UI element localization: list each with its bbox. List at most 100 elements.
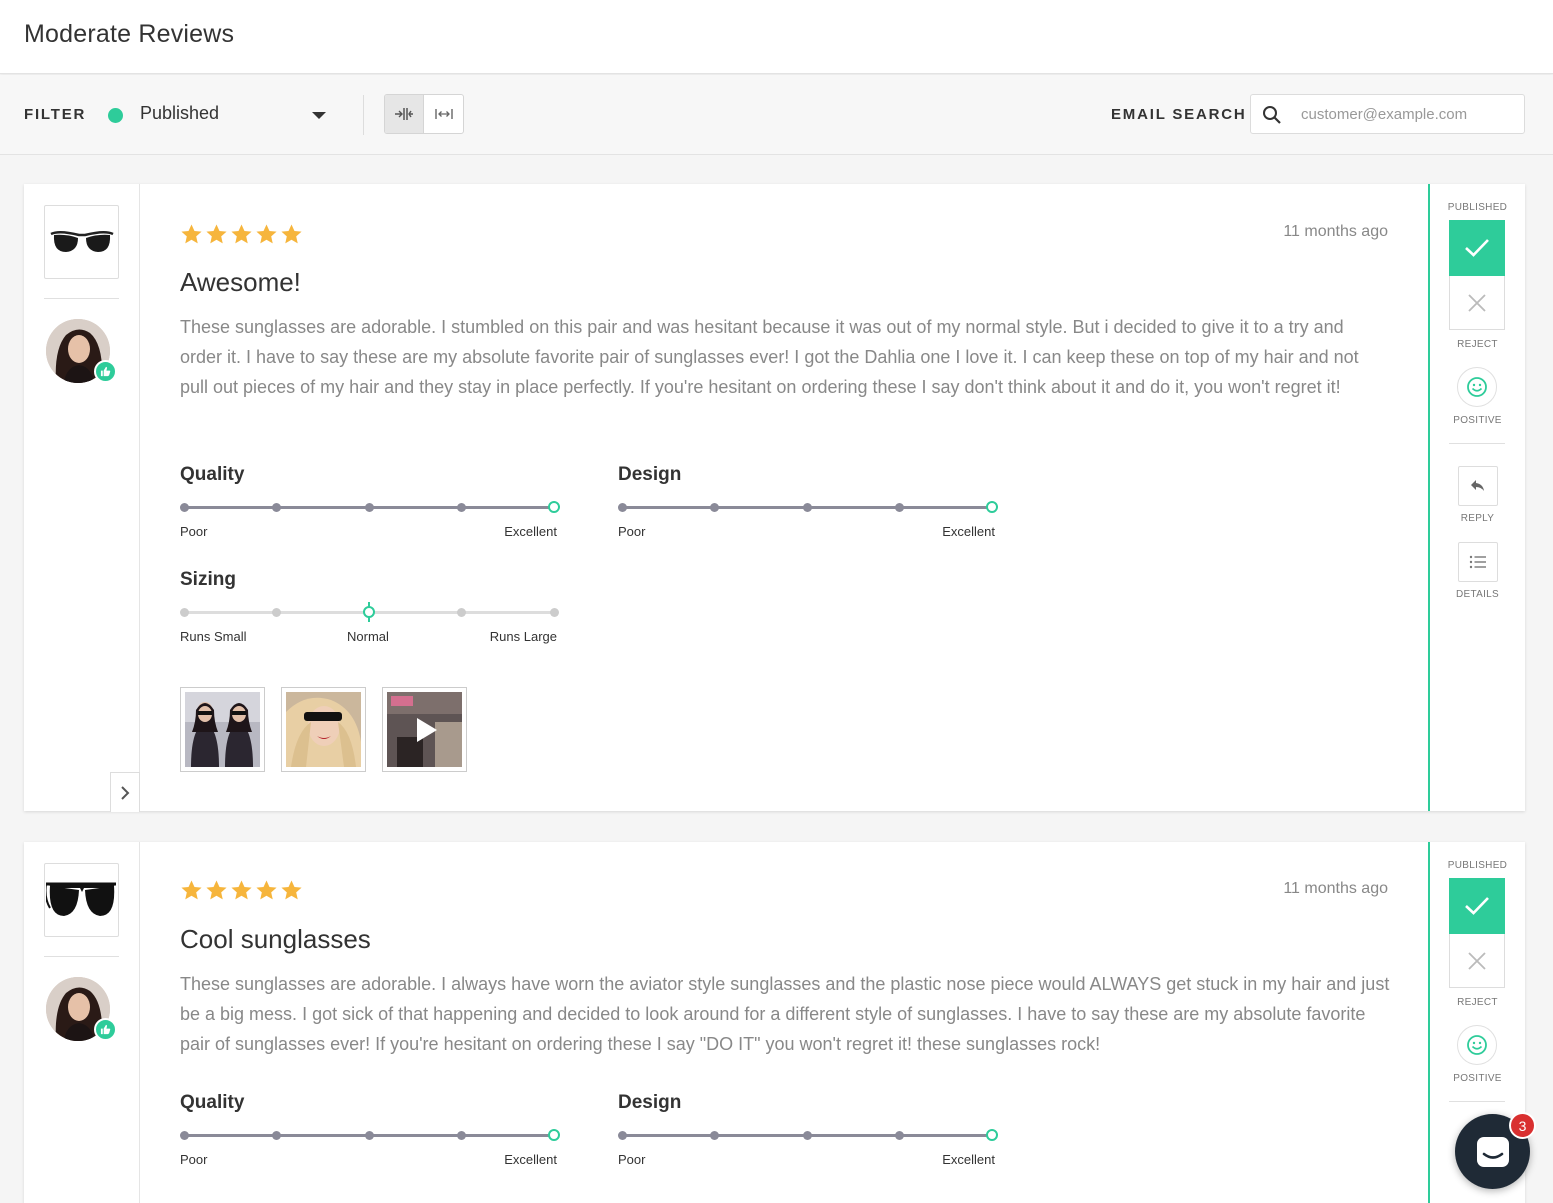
details-caption: DETAILS xyxy=(1455,589,1500,600)
reject-caption: REJECT xyxy=(1457,339,1498,350)
quality-rating: Quality Poor Excellent xyxy=(180,1092,560,1172)
star-icon xyxy=(181,880,202,900)
rating-selected-step xyxy=(548,1129,560,1141)
page-title: Moderate Reviews xyxy=(24,20,235,48)
rating-min-label: Runs Small xyxy=(180,629,247,644)
compress-icon xyxy=(395,108,413,120)
caret-down-icon xyxy=(312,112,326,119)
expanded-view-button[interactable] xyxy=(424,95,463,133)
star-icon xyxy=(256,880,277,900)
search-icon xyxy=(1263,106,1281,124)
thumbs-up-icon xyxy=(94,1018,117,1041)
review-media xyxy=(180,687,467,772)
filter-label: FILTER xyxy=(24,106,87,123)
rating-max-label: Excellent xyxy=(942,524,995,539)
star-icon xyxy=(181,224,202,244)
check-icon xyxy=(1465,239,1489,257)
email-search-label: EMAIL SEARCH xyxy=(1111,106,1247,123)
rating-min-label: Poor xyxy=(618,1152,646,1167)
rating-min-label: Poor xyxy=(180,1152,208,1167)
reject-button[interactable] xyxy=(1449,276,1505,330)
reject-button[interactable] xyxy=(1449,934,1505,988)
review-card: 11 months ago Cool sunglasses These sung… xyxy=(24,842,1525,1203)
email-search-input[interactable] xyxy=(1301,103,1516,125)
review-meta-column xyxy=(24,184,140,812)
star-icon xyxy=(256,224,277,244)
status-filter-dropdown[interactable]: Published xyxy=(140,103,330,127)
close-icon xyxy=(1468,951,1486,970)
reply-button[interactable] xyxy=(1458,466,1498,506)
rating-step xyxy=(457,608,466,617)
sentiment-caption: POSITIVE xyxy=(1453,415,1502,426)
expand-icon xyxy=(434,109,453,119)
review-timestamp: 11 months ago xyxy=(1283,223,1388,240)
rating-step xyxy=(803,503,812,512)
review-meta-column xyxy=(24,842,140,1203)
photo-image xyxy=(286,692,361,767)
expand-review-button[interactable] xyxy=(110,772,140,812)
rating-max-label: Runs Large xyxy=(489,629,557,644)
review-body: These sunglasses are adorable. I always … xyxy=(180,974,1390,1054)
review-photo[interactable] xyxy=(281,687,366,772)
rating-selected-step xyxy=(548,501,560,513)
star-rating xyxy=(180,879,303,902)
moderation-panel: PUBLISHED REJECT POSITIVE REPLY DETAILS xyxy=(1428,184,1525,811)
smile-icon xyxy=(1467,1035,1487,1055)
meta-divider xyxy=(44,956,119,957)
design-rating: Design Poor Excellent xyxy=(618,464,998,544)
rating-step xyxy=(365,1131,374,1140)
photo-image xyxy=(185,692,260,767)
chat-unread-badge: 3 xyxy=(1509,1112,1536,1139)
star-icon xyxy=(231,880,252,900)
toolbar-divider xyxy=(363,95,364,135)
rating-selected-step xyxy=(986,1129,998,1141)
product-thumbnail[interactable] xyxy=(44,863,119,937)
review-video[interactable] xyxy=(382,687,467,772)
design-rating: Design Poor Excellent xyxy=(618,1092,998,1172)
rating-step xyxy=(457,503,466,512)
filter-bar: FILTER Published EMAIL SEARCH xyxy=(0,75,1553,155)
rating-step xyxy=(618,1131,627,1140)
rating-step xyxy=(803,1131,812,1140)
sunglasses-product-image xyxy=(49,231,114,252)
rating-max-label: Excellent xyxy=(942,1152,995,1167)
rating-step xyxy=(272,608,281,617)
star-rating xyxy=(180,223,303,246)
panel-divider xyxy=(1449,1101,1505,1102)
review-title: Cool sunglasses xyxy=(180,924,371,954)
quality-rating: Quality Poor Excellent xyxy=(180,464,560,544)
rating-label: Design xyxy=(618,1092,682,1113)
publish-button[interactable] xyxy=(1449,878,1505,934)
rating-step xyxy=(365,503,374,512)
rating-label: Quality xyxy=(180,1092,245,1113)
rating-label: Design xyxy=(618,464,682,485)
panel-divider xyxy=(1449,443,1505,444)
smile-icon xyxy=(1467,377,1487,397)
review-timestamp: 11 months ago xyxy=(1283,880,1388,897)
rating-step xyxy=(710,1131,719,1140)
sentiment-button[interactable] xyxy=(1457,1025,1497,1065)
meta-divider xyxy=(44,298,119,299)
sentiment-button[interactable] xyxy=(1457,367,1497,407)
status-filter-value: Published xyxy=(140,103,220,123)
rating-step xyxy=(710,503,719,512)
rating-mid-label: Normal xyxy=(347,629,389,644)
review-title: Awesome! xyxy=(180,267,301,297)
compact-view-button[interactable] xyxy=(385,95,425,133)
star-icon xyxy=(281,224,302,244)
rating-label: Quality xyxy=(180,464,245,485)
video-thumbnail xyxy=(387,692,462,767)
email-search-box xyxy=(1250,94,1525,134)
star-icon xyxy=(231,224,252,244)
details-button[interactable] xyxy=(1458,542,1498,582)
review-body: These sunglasses are adorable. I stumble… xyxy=(180,317,1359,397)
rating-label: Sizing xyxy=(180,569,236,590)
status-caption: PUBLISHED xyxy=(1447,202,1508,213)
rating-step xyxy=(550,608,559,617)
rating-step xyxy=(895,1131,904,1140)
reject-caption: REJECT xyxy=(1457,997,1498,1008)
product-thumbnail[interactable] xyxy=(44,205,119,279)
review-photo[interactable] xyxy=(180,687,265,772)
publish-button[interactable] xyxy=(1449,220,1505,276)
thumbs-up-icon xyxy=(94,360,117,383)
